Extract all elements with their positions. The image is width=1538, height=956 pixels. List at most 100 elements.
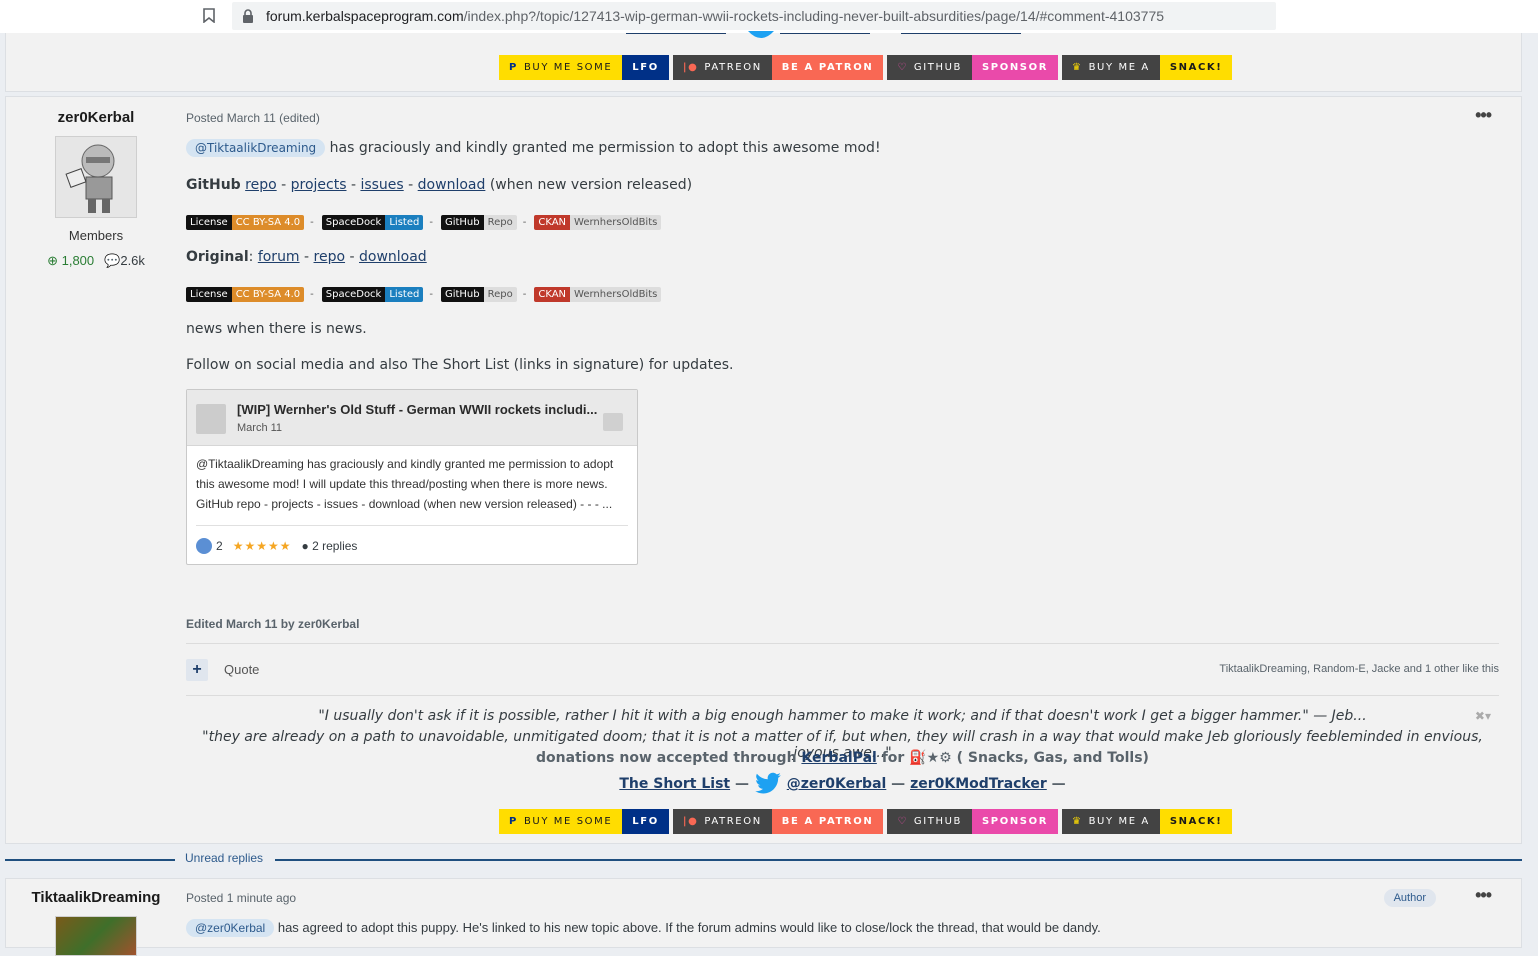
be-a-patron-badge[interactable]: BE A PATRON	[771, 809, 884, 834]
patreon-badge[interactable]: |● PATREON	[672, 55, 772, 80]
embedded-topic-card[interactable]: [WIP] Wernher's Old Stuff - German WWII …	[186, 389, 638, 565]
donation-badges-top: P BUY ME SOME LFO |● PATREON BE A PATRON ♡…	[499, 55, 1233, 80]
patreon-badge[interactable]: |● PATREON	[672, 809, 772, 834]
paypal-icon: P	[509, 62, 518, 73]
author-name[interactable]: TiktaalikDreaming	[6, 889, 186, 906]
avatar[interactable]	[55, 136, 137, 218]
shields-row-2: License CC BY-SA 4.0- SpaceDock Listed - Gi…	[186, 287, 667, 302]
mention-tiktaalik[interactable]: @TiktaalikDreaming	[186, 139, 326, 157]
multiquote-plus-button[interactable]: +	[186, 659, 208, 681]
replies-count: ● 2 replies	[301, 539, 358, 553]
lfo-badge[interactable]: LFO	[622, 809, 669, 834]
trophy-icon: ♛	[1072, 62, 1083, 73]
issues-link[interactable]: issues	[360, 177, 403, 193]
post-date[interactable]: Posted 1 minute ago	[186, 891, 296, 905]
browser-address-bar: forum.kerbalspaceprogram.com/index.php?/…	[0, 0, 1538, 33]
ckan-shield[interactable]: CKAN WernhersOldBits	[534, 215, 662, 230]
twitter-handle-link[interactable]: @zer0Kerbal	[787, 776, 887, 792]
post-intro: @TiktaalikDreaming has graciously and ki…	[186, 139, 881, 157]
repo-link[interactable]: repo	[245, 177, 277, 193]
signature-donations: donations now accepted through KerbalPal…	[536, 750, 1149, 766]
embed-excerpt: @TiktaalikDreaming has graciously and ki…	[196, 457, 614, 511]
spacedock-shield[interactable]: SpaceDock Listed	[321, 215, 424, 230]
avatar[interactable]	[55, 916, 137, 956]
original-download-link[interactable]: download	[359, 249, 427, 265]
reaction-count: 2	[216, 539, 223, 553]
author-name[interactable]: zer0Kerbal	[6, 109, 186, 126]
post-menu-icon[interactable]: •••	[1475, 885, 1492, 906]
author-panel: zer0Kerbal Members ⊕ 1,800 💬2.6k	[6, 109, 186, 269]
lock-icon	[243, 9, 253, 23]
github-shield[interactable]: GitHub Repo	[440, 215, 517, 230]
trophy-icon: ♛	[1072, 816, 1083, 827]
bookmark-icon[interactable]	[203, 8, 215, 23]
heart-icon: ♡	[897, 62, 908, 73]
be-a-patron-badge[interactable]: BE A PATRON	[771, 55, 884, 80]
license-shield[interactable]: License CC BY-SA 4.0	[186, 287, 305, 302]
lfo-badge[interactable]: LFO	[622, 55, 669, 80]
sponsor-badge[interactable]: SPONSOR	[972, 809, 1059, 834]
heart-icon: ♡	[897, 816, 908, 827]
github-shield[interactable]: GitHub Repo	[440, 287, 517, 302]
patreon-icon: |●	[682, 816, 699, 827]
follow-text: Follow on social media and also The Shor…	[186, 357, 734, 373]
paypal-icon: P	[509, 816, 518, 827]
donation-badges: P BUY ME SOME LFO |● PATREON BE A PATRON ♡…	[499, 809, 1233, 834]
github-links: GitHub repo - projects - issues - downlo…	[186, 177, 693, 193]
snack-badge[interactable]: SNACK!	[1159, 809, 1233, 834]
comment-icon: ●	[301, 539, 309, 553]
unread-replies-separator: Unread replies	[5, 851, 1522, 867]
post-menu-icon[interactable]: •••	[1475, 105, 1492, 126]
buy-snack-badge[interactable]: ♛ BUY ME A	[1062, 809, 1160, 834]
twitter-icon[interactable]	[746, 31, 776, 43]
external-link-icon[interactable]	[603, 413, 623, 431]
short-list-link[interactable]: The Short List	[619, 776, 730, 792]
signature-quote-1: "I usually don't ask if it is possible, …	[318, 708, 1367, 724]
post-actions: + Quote TiktaalikDreaming, Random-E, Jac…	[186, 659, 1499, 681]
buy-me-lfo-badge[interactable]: P BUY ME SOME	[499, 809, 623, 834]
twitter-icon[interactable]	[754, 772, 782, 796]
embed-date: March 11	[237, 422, 283, 434]
signature-links: The Short List — @zer0Kerbal — zer0KModT…	[186, 772, 1499, 796]
projects-link[interactable]: projects	[291, 177, 347, 193]
github-sponsor-badge[interactable]: ♡ GITHUB	[887, 809, 972, 834]
post-text: @zer0Kerbal has agreed to adopt this pup…	[186, 919, 1101, 937]
divider	[186, 643, 1499, 644]
post-date[interactable]: Posted March 11 (edited)	[186, 111, 320, 125]
embed-footer: 2 ★★★★★ ● 2 replies	[196, 525, 628, 554]
mod-tracker-link[interactable]: zer0KModTracker	[910, 776, 1047, 792]
quote-button[interactable]: Quote	[224, 662, 259, 677]
license-shield[interactable]: License CC BY-SA 4.0	[186, 215, 305, 230]
mention-zer0kerbal[interactable]: @zer0Kerbal	[186, 919, 275, 937]
post-count: 💬2.6k	[104, 253, 145, 268]
original-links: Original: forum - repo - download	[186, 249, 427, 265]
reputation: ⊕ 1,800	[47, 253, 95, 268]
patreon-icon: |●	[682, 62, 699, 73]
original-forum-link[interactable]: forum	[258, 249, 300, 265]
spacedock-shield[interactable]: SpaceDock Listed	[321, 287, 424, 302]
embed-title[interactable]: [WIP] Wernher's Old Stuff - German WWII …	[237, 402, 597, 417]
post-tiktaalik: TiktaalikDreaming Posted 1 minute ago Au…	[5, 878, 1522, 956]
buy-snack-badge[interactable]: ♛ BUY ME A	[1062, 55, 1160, 80]
post-zer0kerbal: zer0Kerbal Members ⊕ 1,800 💬2.6k Posted …	[5, 96, 1522, 844]
star-rating-icon: ★★★★★	[232, 539, 292, 553]
original-repo-link[interactable]: repo	[314, 249, 346, 265]
buy-me-lfo-badge[interactable]: P BUY ME SOME	[499, 55, 623, 80]
ckan-shield[interactable]: CKAN WernhersOldBits	[534, 287, 662, 302]
fuel-star-gear-icons: ⛽★⚙	[909, 750, 952, 766]
author-badge: Author	[1383, 889, 1436, 907]
reactions-summary[interactable]: TiktaalikDreaming, Random-E, Jacke and 1…	[1219, 663, 1499, 675]
like-reaction-icon	[196, 538, 212, 554]
sponsor-badge[interactable]: SPONSOR	[972, 55, 1059, 80]
unread-label: Unread replies	[185, 851, 264, 865]
member-stats: ⊕ 1,800 💬2.6k	[6, 253, 186, 269]
url-text[interactable]: forum.kerbalspaceprogram.com/index.php?/…	[266, 8, 1164, 24]
github-sponsor-badge[interactable]: ♡ GITHUB	[887, 55, 972, 80]
snack-badge[interactable]: SNACK!	[1159, 55, 1233, 80]
shields-row-1: License CC BY-SA 4.0- SpaceDock Listed - Gi…	[186, 215, 667, 230]
download-link[interactable]: download	[418, 177, 486, 193]
kerbalpal-link[interactable]: KerbalPal	[801, 750, 876, 766]
previous-post-signature: P BUY ME SOME LFO |● PATREON BE A PATRON ♡…	[5, 31, 1522, 92]
embed-avatar	[196, 404, 226, 434]
author-panel: TiktaalikDreaming	[6, 889, 186, 956]
